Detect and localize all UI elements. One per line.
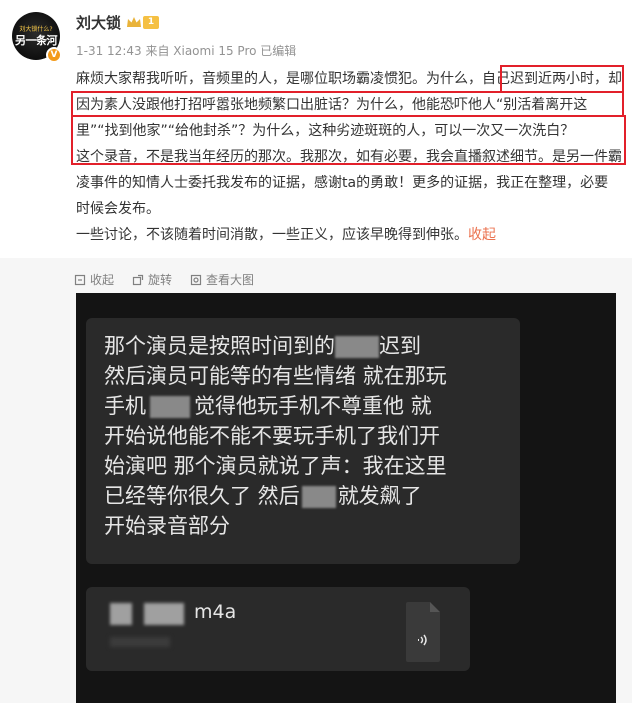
chat-line-3: 手机 觉得他玩手机不尊重他 就 [104,391,514,421]
rotate-button[interactable]: 旋转 [132,271,172,288]
post-paragraph-3: 一些讨论，不该随着时间消散，一些正义，应该早晚得到伸张。收起 [76,222,622,248]
chat-message-text: 那个演员是按照时间到的 迟到 然后演员可能等的有些情绪 就在那玩 手机 觉得他玩手机… [104,331,514,541]
rotate-label: 旋转 [148,273,173,287]
chat-line-3a: 手机 [104,394,146,418]
redacted-filename-1 [110,603,132,625]
collect-label: 收起 [90,273,115,287]
collapse-link[interactable]: 收起 [468,227,496,243]
username[interactable]: 刘大锁 [76,12,121,33]
chat-line-5: 始演吧 那个演员就说了声：我在这里 [104,454,447,478]
chat-line-7: 开始录音部分 [104,514,230,538]
audio-wave-icon [418,634,427,646]
chat-line-1: 那个演员是按照时间到的 迟到 [104,331,514,361]
collect-button[interactable]: 收起 [74,271,114,288]
chat-message-bubble: 那个演员是按照时间到的 迟到 然后演员可能等的有些情绪 就在那玩 手机 觉得他玩手机… [86,318,520,564]
file-size-blurred [110,637,170,647]
collect-icon [74,274,86,285]
file-extension-text: m4a [194,601,237,623]
chat-line-6b: 就发飙了 [337,484,422,508]
post-body: 麻烦大家帮我听听，音频里的人，是哪位职场霸凌惯犯。为什么，自己迟到近两小时，却因… [76,66,622,248]
chat-line-6a: 已经等你很久了 然后 [104,484,300,508]
redacted-name-3 [301,486,336,508]
chat-line-2: 然后演员可能等的有些情绪 就在那玩 [104,364,447,388]
chat-line-3b: 觉得他玩手机不尊重他 就 [194,394,432,418]
post-paragraph-2: 这个录音，不是我当年经历的那次。我那次，如有必要，我会直播叙述细节。是另一件霸凌… [76,149,622,217]
view-large-button[interactable]: 查看大图 [190,271,254,288]
rotate-icon [132,274,144,285]
redacted-filename-2 [144,603,184,625]
chat-line-1a: 那个演员是按照时间到的 [104,334,335,358]
post-paragraph-1: 麻烦大家帮我听听，音频里的人，是哪位职场霸凌惯犯。为什么，自己迟到近两小时，却因… [76,71,622,139]
avatar-caption-main: 另一条河 [15,34,58,47]
level-badge: 1 [143,16,159,29]
media-toolbar: 收起 旋转 查看大图 [74,271,254,288]
audio-file-icon [406,602,440,662]
view-large-label: 查看大图 [206,273,255,287]
redacted-name-2 [150,396,190,418]
verified-icon: V [46,47,62,63]
post-image[interactable]: 那个演员是按照时间到的 迟到 然后演员可能等的有些情绪 就在那玩 手机 觉得他玩手机… [76,293,616,703]
file-extension: m4a [194,601,236,623]
chat-line-6: 已经等你很久了 然后 就发飙了 [104,481,514,511]
chat-line-1b: 迟到 [379,334,421,358]
audio-file-bubble: m4a [86,587,470,671]
redacted-name-1 [335,336,379,358]
zoom-icon [190,274,202,285]
chat-line-4: 开始说他能不能不要玩手机了我们开 [104,424,440,448]
post-meta: 1-31 12:43 来自 Xiaomi 15 Pro 已编辑 [76,44,297,58]
post-paragraph-3-text: 一些讨论，不该随着时间消散，一些正义，应该早晚得到伸张。 [76,227,468,243]
crown-icon [127,17,141,27]
